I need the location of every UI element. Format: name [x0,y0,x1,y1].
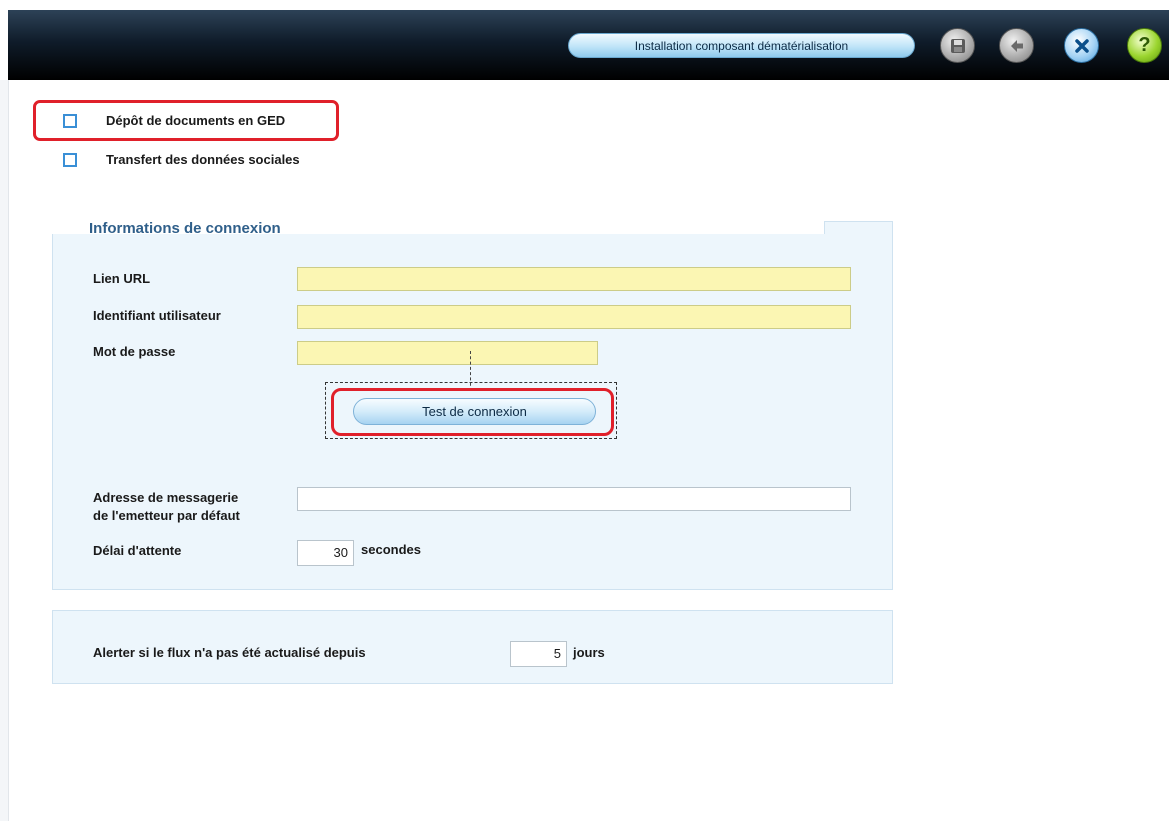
test-connection-button[interactable]: Test de connexion [353,398,596,425]
test-connection-label: Test de connexion [422,404,527,419]
url-label: Lien URL [93,271,151,286]
back-button[interactable] [999,28,1034,63]
close-icon [1074,38,1089,53]
timeout-unit: secondes [361,542,421,557]
ged-label: Dépôt de documents en GED [106,113,286,128]
ged-checkbox[interactable] [63,113,77,128]
connection-legend: Informations de connexion [89,220,281,237]
window-title: Installation composant dématérialisation [568,33,915,58]
alert-days-input[interactable]: 5 [510,641,567,667]
email-label-line2: de l'emetteur par défaut [93,508,240,523]
email-label-line1: Adresse de messagerie [93,490,239,505]
email-input[interactable] [297,487,851,511]
save-icon [950,38,965,53]
alert-label: Alerter si le flux n'a pas été actualisé… [93,645,366,660]
alert-unit: jours [573,645,605,660]
social-label: Transfert des données sociales [106,152,300,167]
window-left-edge [0,80,9,821]
help-icon: ? [1138,34,1151,56]
user-input[interactable] [297,305,851,329]
timeout-label: Délai d'attente [93,543,182,558]
back-icon [1010,39,1023,52]
timeout-input[interactable]: 30 [297,540,354,566]
save-button[interactable] [940,28,975,63]
url-input[interactable] [297,267,851,291]
help-button[interactable]: ? [1127,28,1162,63]
user-label: Identifiant utilisateur [93,308,221,323]
social-checkbox[interactable] [63,152,77,167]
ged-option[interactable]: Dépôt de documents en GED [63,113,285,128]
password-input[interactable] [297,341,598,365]
social-option[interactable]: Transfert des données sociales [63,152,300,167]
close-button[interactable] [1064,28,1099,63]
password-label: Mot de passe [93,344,176,359]
